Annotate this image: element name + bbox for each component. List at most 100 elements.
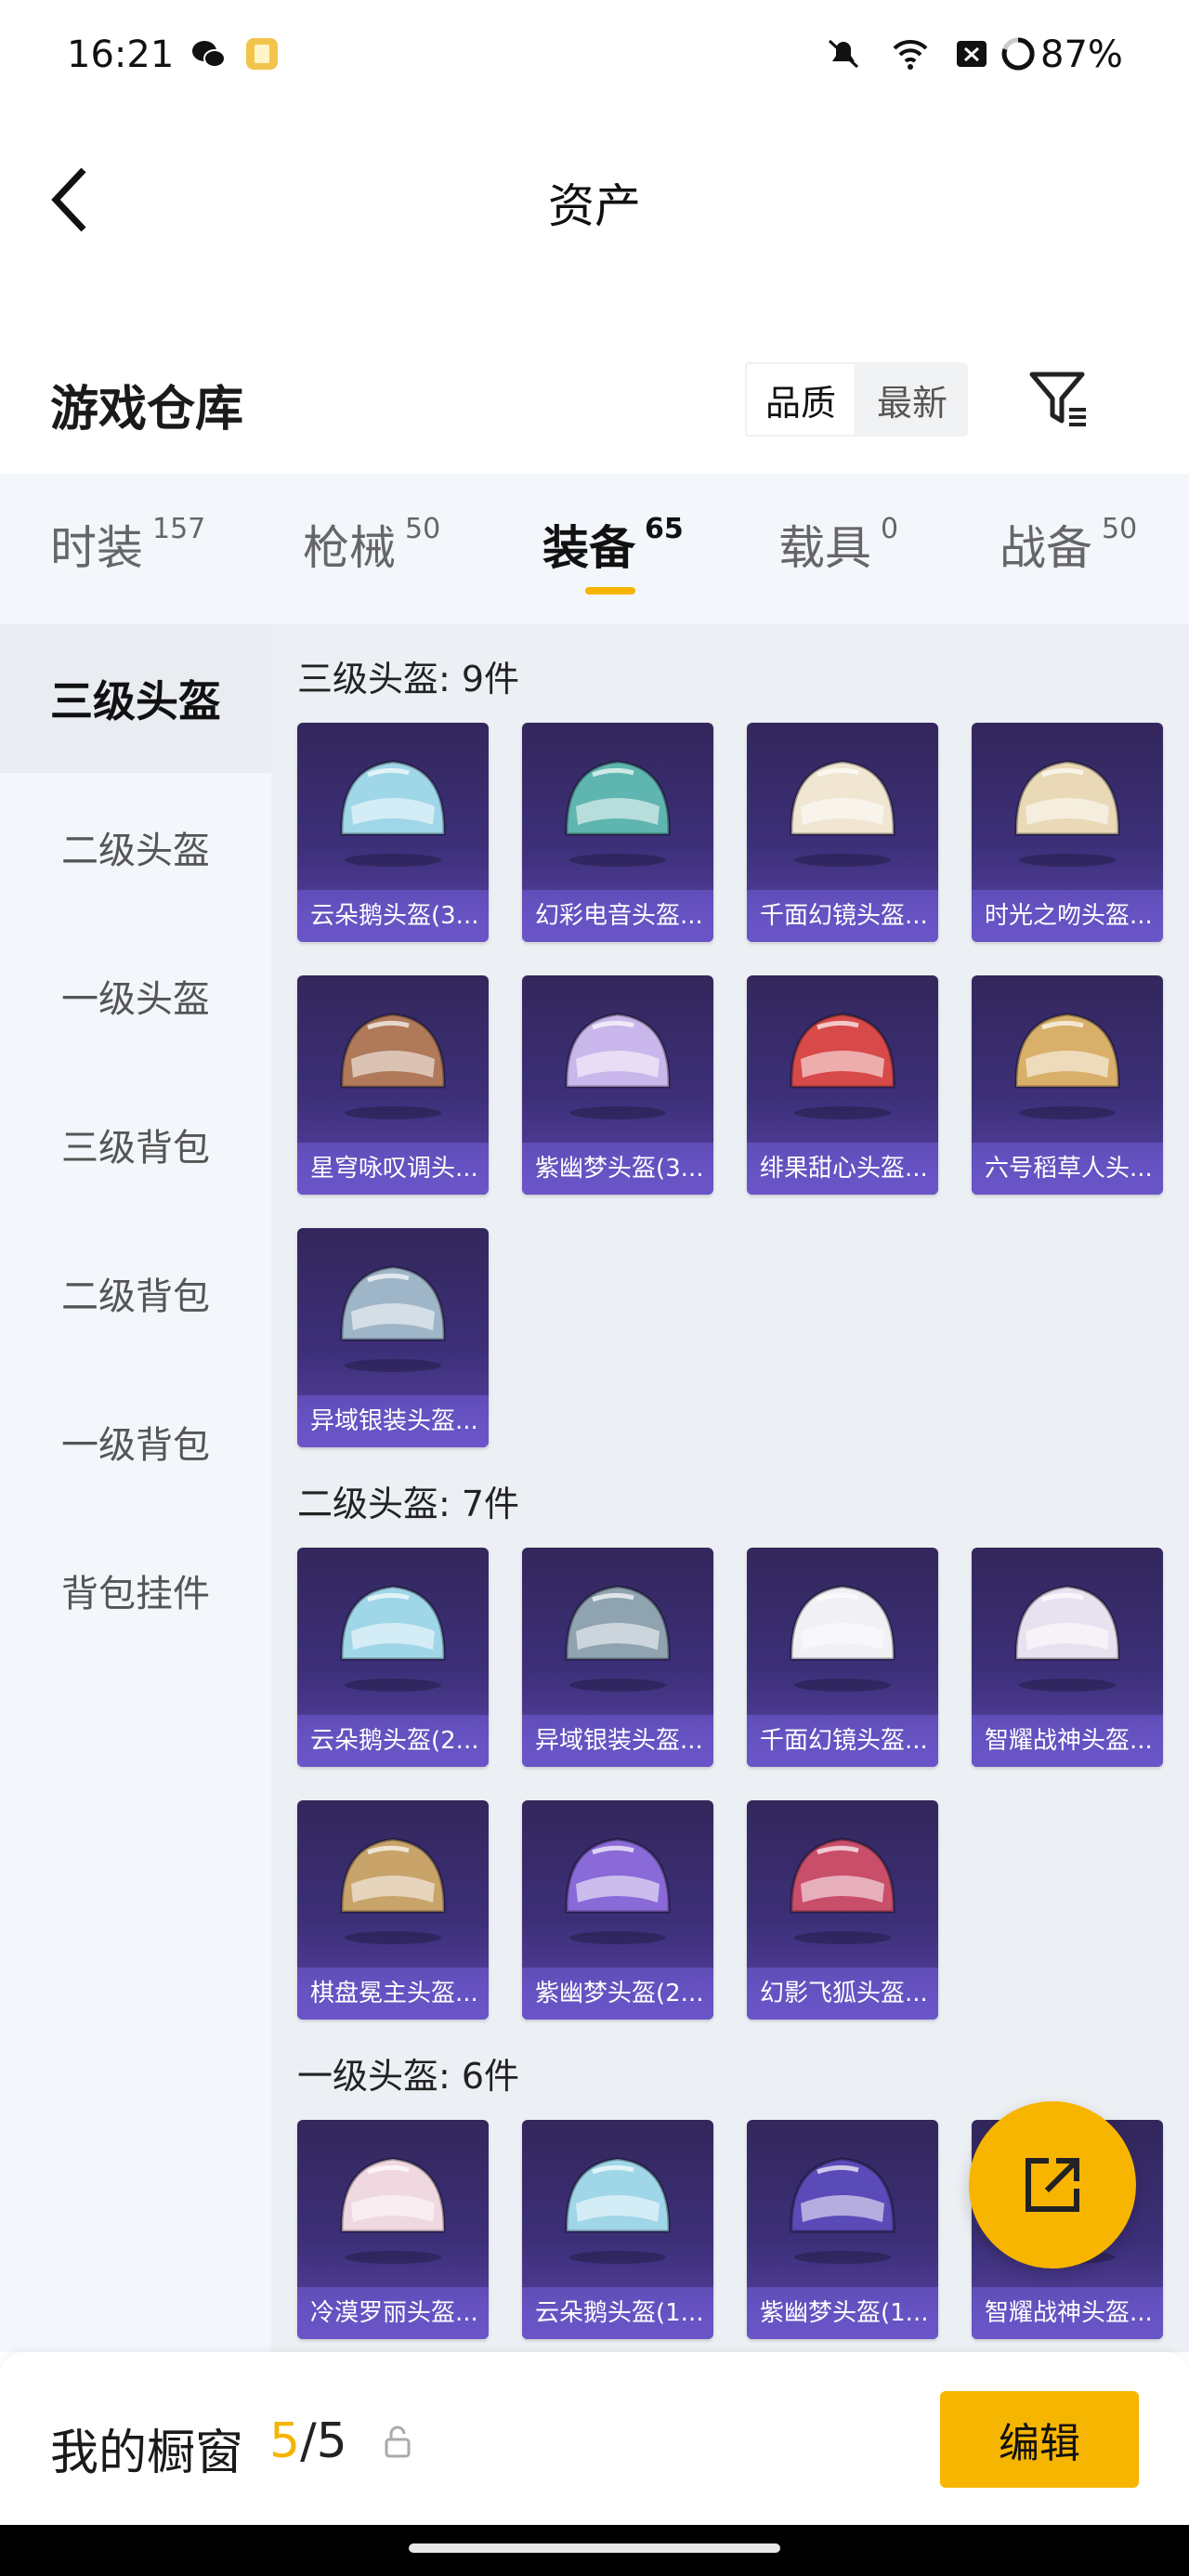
gesture-nav-pill[interactable]: [409, 2543, 780, 2553]
showcase-separator: /: [300, 2413, 317, 2469]
item-thumbnail: [747, 1548, 938, 1715]
tab-label: 枪械: [303, 521, 396, 575]
sort-toggle: 品质 最新: [745, 362, 968, 437]
item-card[interactable]: 千面幻镜头盔...: [747, 1548, 938, 1767]
tab-count: 157: [152, 513, 206, 545]
item-card[interactable]: 紫幽梦头盔(2...: [522, 1800, 713, 2020]
item-card[interactable]: 时光之吻头盔...: [972, 723, 1163, 942]
item-name: 冷漠罗丽头盔...: [297, 2287, 489, 2339]
item-card[interactable]: 幻彩电音头盔...: [522, 723, 713, 942]
item-card[interactable]: 异域银装头盔...: [297, 1228, 489, 1447]
item-thumbnail: [297, 1228, 489, 1395]
helmet-icon: [790, 760, 895, 867]
tab-supplies[interactable]: 战备 50: [1000, 511, 1137, 578]
wifi-icon: [893, 39, 928, 70]
item-thumbnail: [297, 1548, 489, 1715]
item-name: 千面幻镜头盔...: [747, 1715, 938, 1767]
item-card[interactable]: 冷漠罗丽头盔...: [297, 2120, 489, 2339]
wechat-icon: [192, 41, 226, 68]
group-title-level2-helmet: 二级头盔: 7件: [297, 1484, 520, 1524]
item-card[interactable]: 云朵鹅头盔(3...: [297, 723, 489, 942]
helmet-icon: [565, 1585, 671, 1692]
sort-latest-button[interactable]: 最新: [856, 362, 968, 437]
item-thumbnail: [747, 2120, 938, 2287]
tab-firearms[interactable]: 枪械 50: [303, 511, 440, 578]
helmet-icon: [790, 1013, 895, 1119]
tab-label: 时装: [50, 521, 143, 575]
item-name: 云朵鹅头盔(1...: [522, 2287, 713, 2339]
tab-count: 0: [881, 513, 899, 545]
helmet-icon: [1014, 1013, 1120, 1119]
item-name: 紫幽梦头盔(2...: [522, 1968, 713, 2020]
showcase-total-count: 5: [316, 2413, 347, 2469]
item-name: 紫幽梦头盔(3...: [522, 1143, 713, 1195]
status-bar: 16:21 87%: [0, 0, 1189, 111]
group-title-level3-helmet: 三级头盔: 9件: [297, 659, 520, 700]
item-thumbnail: [522, 723, 713, 890]
sidebar-item-level1-helmet[interactable]: 一级头盔: [0, 922, 271, 1070]
sidebar-item-level3-helmet[interactable]: 三级头盔: [0, 624, 271, 773]
item-thumbnail: [297, 2120, 489, 2287]
sidebar-item-backpack-charm[interactable]: 背包挂件: [0, 1516, 271, 1665]
subcategory-sidebar: 三级头盔 二级头盔 一级头盔 三级背包 二级背包 一级背包 背包挂件: [0, 624, 271, 2352]
helmet-icon: [1014, 1585, 1120, 1692]
tab-label: 载具: [778, 521, 871, 575]
item-thumbnail: [522, 1548, 713, 1715]
item-card[interactable]: 异域银装头盔...: [522, 1548, 713, 1767]
item-card[interactable]: 六号稻草人头...: [972, 975, 1163, 1195]
section-title: 游戏仓库: [50, 382, 244, 438]
item-card[interactable]: 千面幻镜头盔...: [747, 723, 938, 942]
showcase-current-count: 5: [269, 2413, 301, 2469]
tab-vehicles[interactable]: 载具 0: [778, 511, 898, 578]
helmet-icon: [1014, 760, 1120, 867]
item-name: 时光之吻头盔...: [972, 890, 1163, 942]
helmet-icon: [340, 2157, 446, 2264]
tab-equipment[interactable]: 装备 65: [542, 511, 684, 578]
item-thumbnail: [522, 1800, 713, 1968]
sort-quality-button[interactable]: 品质: [745, 362, 856, 437]
item-card[interactable]: 幻影飞狐头盔...: [747, 1800, 938, 2020]
item-thumbnail: [747, 975, 938, 1143]
item-card[interactable]: 智耀战神头盔...: [972, 1548, 1163, 1767]
status-time: 16:21: [67, 33, 175, 76]
item-card[interactable]: 紫幽梦头盔(1...: [747, 2120, 938, 2339]
category-tab-bar: 时装 157 枪械 50 装备 65 载具 0 战备 50: [0, 474, 1189, 624]
item-name: 六号稻草人头...: [972, 1143, 1163, 1195]
helmet-icon: [565, 760, 671, 867]
tab-label: 战备: [1000, 521, 1092, 575]
item-card[interactable]: 紫幽梦头盔(3...: [522, 975, 713, 1195]
item-card[interactable]: 云朵鹅头盔(2...: [297, 1548, 489, 1767]
tab-label: 装备: [542, 521, 635, 575]
item-name: 棋盘冕主头盔...: [297, 1968, 489, 2020]
item-thumbnail: [522, 2120, 713, 2287]
edit-button[interactable]: 编辑: [940, 2391, 1139, 2488]
item-name: 千面幻镜头盔...: [747, 890, 938, 942]
item-name: 异域银装头盔...: [522, 1715, 713, 1767]
helmet-icon: [790, 2157, 895, 2264]
item-name: 云朵鹅头盔(3...: [297, 890, 489, 942]
share-external-icon: [1026, 2158, 1079, 2212]
sidebar-item-level2-helmet[interactable]: 二级头盔: [0, 773, 271, 922]
sidebar-item-level2-backpack[interactable]: 二级背包: [0, 1219, 271, 1367]
filter-icon: [1029, 372, 1086, 426]
tab-fashion[interactable]: 时装 157: [50, 511, 205, 578]
mute-icon: [828, 39, 859, 69]
helmet-icon: [565, 1837, 671, 1944]
share-fab[interactable]: [969, 2101, 1136, 2269]
item-name: 绯果甜心头盔...: [747, 1143, 938, 1195]
helmet-icon: [790, 1837, 895, 1944]
helmet-icon: [340, 1265, 446, 1372]
active-tab-indicator: [585, 587, 635, 595]
item-card[interactable]: 棋盘冕主头盔...: [297, 1800, 489, 2020]
helmet-icon: [340, 1837, 446, 1944]
item-grid: 三级头盔: 9件 二级头盔: 7件 一级头盔: 6件 云朵鹅头盔(3... 幻彩电…: [271, 624, 1189, 2352]
helmet-icon: [565, 2157, 671, 2264]
item-card[interactable]: 云朵鹅头盔(1...: [522, 2120, 713, 2339]
filter-button[interactable]: [1022, 362, 1096, 437]
item-card[interactable]: 绯果甜心头盔...: [747, 975, 938, 1195]
sidebar-item-level3-backpack[interactable]: 三级背包: [0, 1070, 271, 1219]
sidebar-item-level1-backpack[interactable]: 一级背包: [0, 1367, 271, 1516]
helmet-icon: [565, 1013, 671, 1119]
helmet-icon: [340, 760, 446, 867]
item-card[interactable]: 星穹咏叹调头...: [297, 975, 489, 1195]
